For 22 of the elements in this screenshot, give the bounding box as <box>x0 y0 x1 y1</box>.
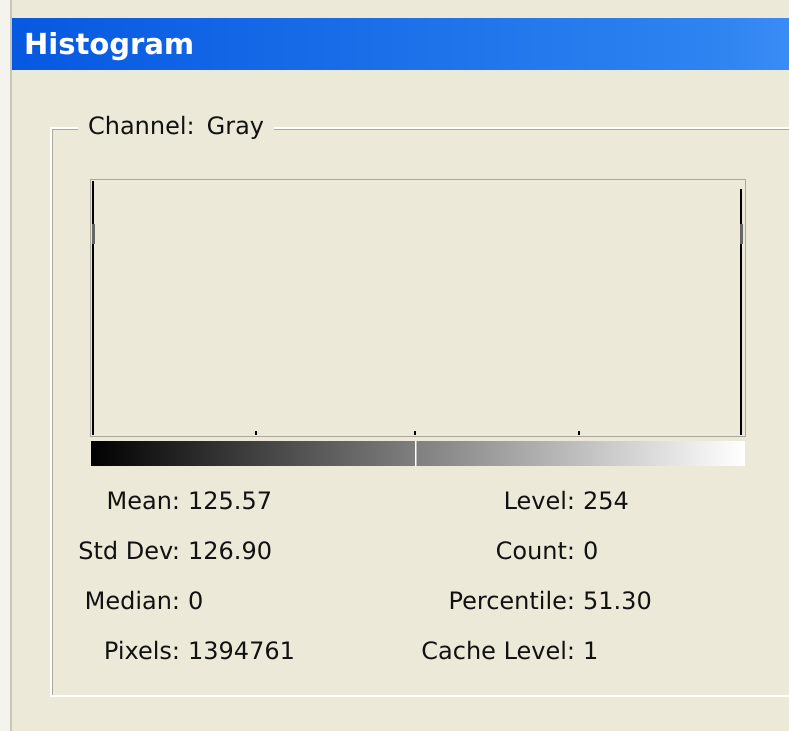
stat-label: Cache Level: <box>420 637 575 665</box>
stat-label: Level: <box>502 487 575 515</box>
window-title: Histogram <box>12 18 789 70</box>
channel-value: Gray <box>206 112 264 140</box>
tick-mark <box>255 431 257 435</box>
stat-value: 125.57 <box>188 487 273 515</box>
stat-value: 51.30 <box>583 587 653 615</box>
stat-value: 0 <box>188 587 204 615</box>
tick-mark <box>414 431 416 435</box>
stat-label: Count: <box>494 537 575 565</box>
stat-value: 0 <box>583 537 600 565</box>
tick-mark <box>578 431 580 435</box>
stat-value: 1 <box>583 637 600 665</box>
channel-label: Channel: <box>88 112 195 140</box>
stat-value: 254 <box>583 487 630 515</box>
stat-label: Mean: <box>106 487 180 515</box>
stat-label: Std Dev: <box>77 537 180 565</box>
stat-label: Percentile: <box>448 587 575 615</box>
stat-label: Pixels: <box>102 637 180 665</box>
stat-value: 1394761 <box>188 637 296 665</box>
stat-label: Median: <box>84 587 180 615</box>
stat-value: 126.90 <box>188 537 273 565</box>
